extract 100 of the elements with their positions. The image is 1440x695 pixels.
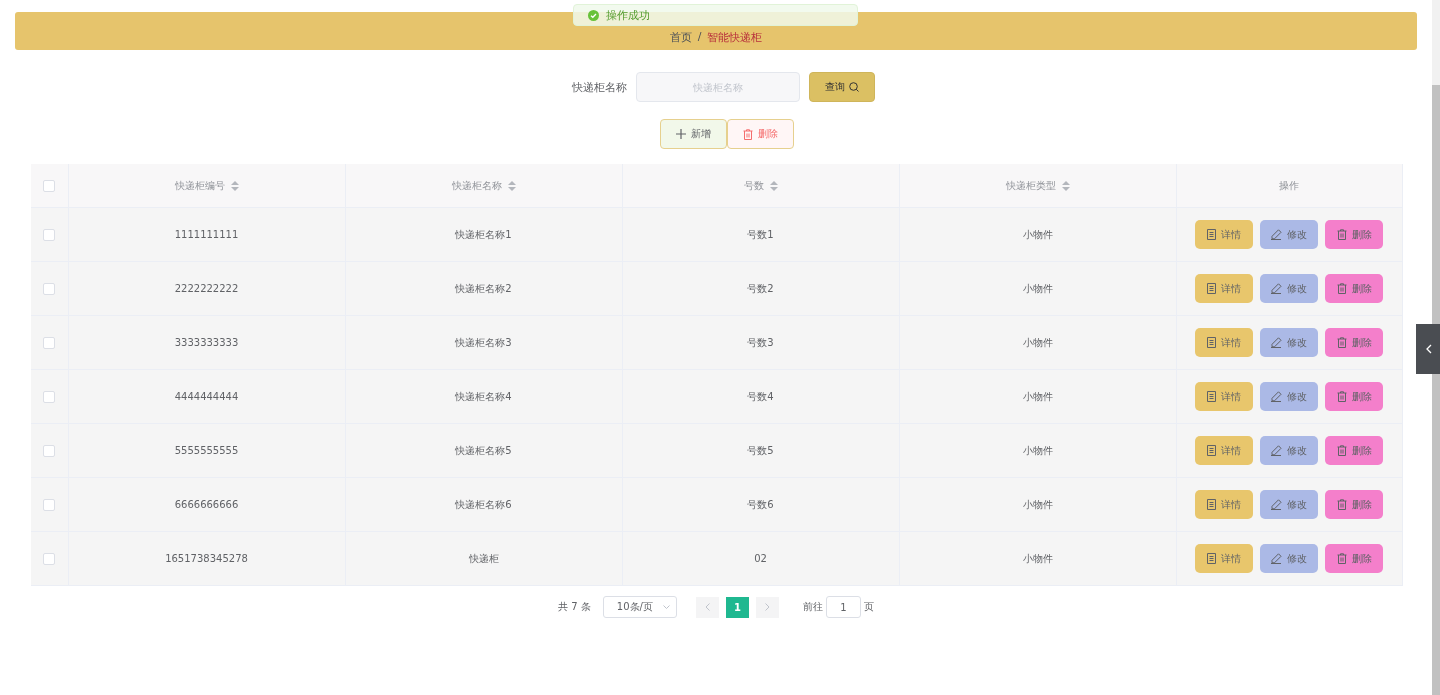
table-cell: 快递柜名称5: [455, 444, 512, 456]
table-cell: 小物件: [1022, 282, 1053, 294]
goto-label: 前往: [802, 600, 823, 614]
sort-icon[interactable]: [230, 180, 239, 191]
trash-icon: [1336, 283, 1347, 294]
search-label: 快递柜名称: [572, 79, 627, 95]
trash-icon: [1336, 445, 1347, 456]
page-button[interactable]: 1: [725, 596, 749, 618]
delete-button[interactable]: 删除: [1325, 544, 1383, 573]
table-cell: 2222222222: [174, 283, 239, 294]
page-size-select[interactable]: 10条/页: [602, 596, 677, 618]
table-cell: 快递柜: [468, 552, 499, 564]
document-icon: [1207, 391, 1216, 402]
edit-button[interactable]: 修改: [1260, 544, 1318, 573]
table-cell: 快递柜名称4: [455, 390, 512, 402]
pencil-icon: [1271, 553, 1282, 564]
detail-button[interactable]: 详情: [1195, 436, 1253, 465]
trash-icon: [1336, 553, 1347, 564]
page-input[interactable]: 1: [825, 596, 861, 618]
detail-button[interactable]: 详情: [1195, 274, 1253, 303]
table-cell: 快递柜名称3: [455, 336, 512, 348]
search-button[interactable]: 查询: [809, 72, 875, 102]
delete-button[interactable]: 删除: [1325, 382, 1383, 411]
chevron-left-icon: [1424, 344, 1432, 354]
pencil-icon: [1271, 337, 1282, 348]
pencil-icon: [1271, 445, 1282, 456]
trash-icon: [743, 128, 753, 140]
table-cell: 快递柜名称1: [455, 228, 512, 240]
detail-button[interactable]: 详情: [1195, 490, 1253, 519]
table-cell: 号数5: [747, 444, 774, 456]
checkbox[interactable]: [43, 228, 56, 241]
table-cell: 号数2: [747, 282, 774, 294]
previous-page-button[interactable]: [695, 596, 719, 618]
edit-button[interactable]: 修改: [1260, 328, 1318, 357]
add-button[interactable]: 新增: [660, 119, 727, 149]
table-cell: 5555555555: [174, 445, 239, 456]
pencil-icon: [1271, 391, 1282, 402]
checkbox[interactable]: [43, 552, 56, 565]
checkbox[interactable]: [43, 282, 56, 295]
table-cell: 小物件: [1022, 336, 1053, 348]
checkbox[interactable]: [43, 179, 56, 192]
table-cell: 号数1: [747, 228, 774, 240]
table-cell: 6666666666: [174, 499, 239, 510]
edit-button[interactable]: 修改: [1260, 436, 1318, 465]
table-cell: 1651738345278: [165, 553, 248, 564]
pencil-icon: [1271, 283, 1282, 294]
checkbox[interactable]: [43, 390, 56, 403]
table-cell: 1111111111: [174, 229, 239, 240]
detail-button[interactable]: 详情: [1195, 544, 1253, 573]
detail-button[interactable]: 详情: [1195, 382, 1253, 411]
column-header: 号数: [743, 178, 764, 193]
table-cell: 小物件: [1022, 498, 1053, 510]
checkbox[interactable]: [43, 498, 56, 511]
delete-button[interactable]: 删除: [1325, 436, 1383, 465]
chevron-down-icon: [662, 605, 670, 609]
sort-icon[interactable]: [1061, 180, 1070, 191]
chevron-right-icon: [764, 603, 770, 611]
trash-icon: [1336, 229, 1347, 240]
table-cell: 小物件: [1022, 444, 1053, 456]
table-cell: 小物件: [1022, 390, 1053, 402]
delete-button[interactable]: 删除: [727, 119, 794, 149]
trash-icon: [1336, 391, 1347, 402]
edit-button[interactable]: 修改: [1260, 220, 1318, 249]
delete-button[interactable]: 删除: [1325, 274, 1383, 303]
document-icon: [1207, 337, 1216, 348]
delete-button[interactable]: 删除: [1325, 220, 1383, 249]
column-header: 操作: [1279, 178, 1299, 193]
collapse-panel-button[interactable]: [1416, 324, 1440, 374]
pencil-icon: [1271, 229, 1282, 240]
total-count: 共 7 条: [558, 600, 591, 614]
trash-icon: [1336, 337, 1347, 348]
document-icon: [1207, 499, 1216, 510]
sort-icon[interactable]: [769, 180, 778, 191]
detail-button[interactable]: 详情: [1195, 328, 1253, 357]
table-cell: 4444444444: [174, 391, 239, 402]
document-icon: [1207, 229, 1216, 240]
scrollbar-thumb[interactable]: [1432, 85, 1440, 695]
table-cell: 号数3: [747, 336, 774, 348]
chevron-left-icon: [704, 603, 710, 611]
pencil-icon: [1271, 499, 1282, 510]
breadcrumb-item[interactable]: 首页: [669, 29, 692, 45]
toast-message: 操作成功: [606, 7, 650, 23]
sort-icon[interactable]: [507, 180, 516, 191]
delete-button[interactable]: 删除: [1325, 490, 1383, 519]
checkbox[interactable]: [43, 336, 56, 349]
table-cell: 小物件: [1022, 552, 1053, 564]
edit-button[interactable]: 修改: [1260, 382, 1318, 411]
table-cell: 号数4: [747, 390, 774, 402]
checkbox[interactable]: [43, 444, 56, 457]
delete-button[interactable]: 删除: [1325, 328, 1383, 357]
table-cell: 小物件: [1022, 228, 1053, 240]
check-circle-icon: [588, 9, 599, 21]
breadcrumb-item[interactable]: 智能快递柜: [707, 29, 763, 45]
edit-button[interactable]: 修改: [1260, 490, 1318, 519]
next-page-button[interactable]: [755, 596, 779, 618]
document-icon: [1207, 283, 1216, 294]
edit-button[interactable]: 修改: [1260, 274, 1318, 303]
detail-button[interactable]: 详情: [1195, 220, 1253, 249]
table-cell: 号数6: [747, 498, 774, 510]
column-header: 快递柜名称: [451, 178, 502, 193]
